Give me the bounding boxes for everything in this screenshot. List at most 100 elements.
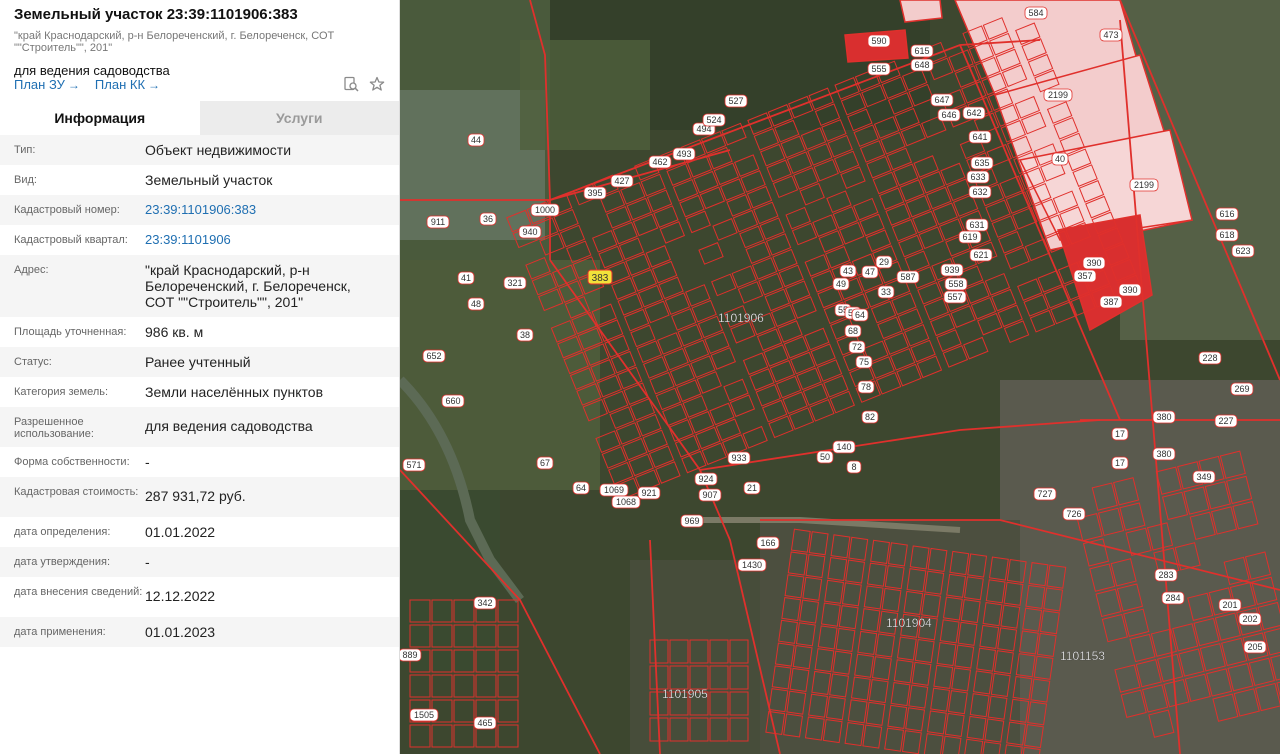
plot-label[interactable]: 44	[467, 133, 485, 147]
plot-label[interactable]: 652	[422, 349, 446, 363]
plot-label[interactable]: 321	[503, 276, 527, 290]
plot-label[interactable]: 8	[846, 460, 862, 474]
plot-label[interactable]: 227	[1214, 414, 1238, 428]
plot-label[interactable]: 907	[698, 488, 722, 502]
document-search-icon[interactable]	[343, 76, 359, 92]
plot-label[interactable]: 29	[875, 255, 893, 269]
plot-label[interactable]: 924	[694, 472, 718, 486]
plot-label[interactable]: 78	[857, 380, 875, 394]
plot-label[interactable]: 462	[648, 155, 672, 169]
plot-label[interactable]: 1505	[409, 708, 439, 722]
plot-label[interactable]: 633	[966, 170, 990, 184]
plot-label[interactable]: 921	[637, 486, 661, 500]
plot-label[interactable]: 632	[968, 185, 992, 199]
cadastral-map[interactable]: 584 473 590 2199 40 2199 390 357 387 390 44 911 36 41…	[400, 0, 1280, 754]
plot-label[interactable]: 21	[743, 481, 761, 495]
plot-label[interactable]: 283	[1154, 568, 1178, 582]
plot-label[interactable]: 349	[1192, 470, 1216, 484]
map-canvas[interactable]: 584 473 590 2199 40 2199 390 357 387 390 44 911 36 41…	[400, 0, 1280, 754]
plot-label[interactable]: 524	[702, 113, 726, 127]
plot-label[interactable]: 623	[1231, 244, 1255, 258]
plot-label[interactable]: 635	[970, 156, 994, 170]
plot-label[interactable]: 201	[1218, 598, 1242, 612]
cadastral-number-link[interactable]: 23:39:1101906:383	[145, 202, 399, 218]
industrial-zone[interactable]	[899, 0, 943, 23]
plot-label[interactable]: 205	[1243, 640, 1267, 654]
plot-label[interactable]: 387	[1099, 295, 1123, 309]
plan-kk-link[interactable]: План КК →	[95, 77, 160, 92]
plot-label[interactable]: 889	[400, 648, 422, 662]
plot-label[interactable]: 269	[1230, 382, 1254, 396]
plot-label[interactable]: 473	[1099, 28, 1123, 42]
plot-label[interactable]: 911	[426, 215, 450, 229]
plot-label[interactable]: 48	[467, 297, 485, 311]
plot-label[interactable]: 641	[968, 130, 992, 144]
plot-label[interactable]: 68	[844, 324, 862, 338]
selected-plot-383[interactable]: 383	[587, 269, 613, 285]
tab-information[interactable]: Информация	[0, 101, 200, 135]
plot-label[interactable]: 75	[855, 355, 873, 369]
plot-label[interactable]: 493	[672, 147, 696, 161]
plot-label[interactable]: 284	[1161, 591, 1185, 605]
plot-label[interactable]: 357	[1073, 269, 1097, 283]
plot-label[interactable]: 202	[1238, 612, 1262, 626]
plot-label[interactable]: 618	[1215, 228, 1239, 242]
plot-label[interactable]: 558	[944, 277, 968, 291]
plot-label[interactable]: 36	[479, 212, 497, 226]
plot-label[interactable]: 648	[910, 58, 934, 72]
plot-label[interactable]: 395	[583, 186, 607, 200]
plot-label[interactable]: 40	[1051, 152, 1069, 166]
plot-label[interactable]: 631	[965, 218, 989, 232]
plot-label[interactable]: 64	[851, 308, 869, 322]
plot-label[interactable]: 584	[1024, 6, 1048, 20]
plot-label[interactable]: 41	[457, 271, 475, 285]
plot-label[interactable]: 2199	[1043, 88, 1073, 102]
plot-label[interactable]: 727	[1033, 487, 1057, 501]
plot-label[interactable]: 571	[402, 458, 426, 472]
plot-label[interactable]: 390	[1082, 256, 1106, 270]
plot-label[interactable]: 587	[896, 270, 920, 284]
plot-label[interactable]: 17	[1111, 456, 1129, 470]
plot-label[interactable]: 621	[969, 248, 993, 262]
plot-label[interactable]: 616	[1215, 207, 1239, 221]
plot-label[interactable]: 642	[962, 106, 986, 120]
plot-label[interactable]: 33	[877, 285, 895, 299]
plot-label[interactable]: 72	[848, 340, 866, 354]
plot-label[interactable]: 64	[572, 481, 590, 495]
plot-label[interactable]: 1430	[737, 558, 767, 572]
plot-label[interactable]: 939	[940, 263, 964, 277]
plot-label[interactable]: 615	[910, 44, 934, 58]
plot-label[interactable]: 342	[473, 596, 497, 610]
plot-label[interactable]: 67	[536, 456, 554, 470]
plot-label[interactable]: 646	[937, 108, 961, 122]
plot-label[interactable]: 380	[1152, 410, 1176, 424]
plot-label[interactable]: 969	[680, 514, 704, 528]
plot-label[interactable]: 390	[1118, 283, 1142, 297]
plot-label[interactable]: 660	[441, 394, 465, 408]
plot-label[interactable]: 166	[756, 536, 780, 550]
plot-label[interactable]: 465	[473, 716, 497, 730]
plot-label[interactable]: 619	[958, 230, 982, 244]
plot-label[interactable]: 1000	[530, 203, 560, 217]
plan-zu-link[interactable]: План ЗУ →	[14, 77, 80, 92]
plot-label[interactable]: 228	[1198, 351, 1222, 365]
plot-label[interactable]: 940	[518, 225, 542, 239]
tab-services[interactable]: Услуги	[199, 101, 399, 135]
plot-label[interactable]: 50	[816, 450, 834, 464]
cadastral-quarter-link[interactable]: 23:39:1101906	[145, 232, 399, 248]
plot-label[interactable]: 2199	[1129, 178, 1159, 192]
plot-label[interactable]: 555	[867, 62, 891, 76]
plot-label[interactable]: 647	[930, 93, 954, 107]
plot-label[interactable]: 1069	[599, 483, 629, 497]
plot-label[interactable]: 17	[1111, 427, 1129, 441]
plot-label[interactable]: 47	[861, 265, 879, 279]
plot-label[interactable]: 140	[832, 440, 856, 454]
plot-label[interactable]: 1068	[611, 495, 641, 509]
plot-label[interactable]: 590	[867, 34, 891, 48]
plot-label[interactable]: 557	[943, 290, 967, 304]
plot-label[interactable]: 427	[610, 174, 634, 188]
plot-label[interactable]: 43	[839, 264, 857, 278]
plot-label[interactable]: 49	[832, 277, 850, 291]
plot-label[interactable]: 38	[516, 328, 534, 342]
plot-label[interactable]: 82	[861, 410, 879, 424]
